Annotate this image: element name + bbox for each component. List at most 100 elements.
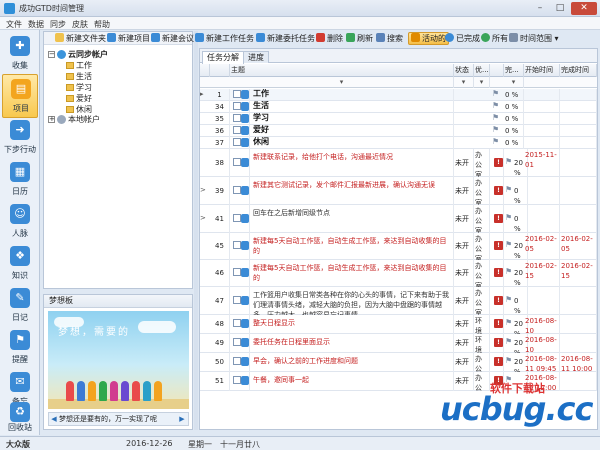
task-title[interactable]: 整天日程显示 (252, 315, 454, 334)
row-checkbox[interactable] (233, 158, 241, 166)
task-title[interactable]: 回车在之后新增同级节点 (252, 205, 454, 233)
column-header[interactable] (490, 64, 504, 77)
table-row[interactable]: 45 新建每5天自动工作篮，自动生成工作篮，来达到自动收集的目的 未开 办公室! ⚑ 20… (200, 233, 597, 260)
table-row[interactable]: 50早会，确认之前的工作进度和问题未开办公室!⚑20 %2016-08-11 0… (200, 353, 597, 372)
flag-icon[interactable]: ⚑ (492, 102, 500, 110)
column-header[interactable]: 完... (504, 64, 524, 77)
flag-icon[interactable]: ⚑ (505, 241, 513, 249)
table-row[interactable]: 34 生活 0 % ⚑ (200, 101, 597, 113)
table-row[interactable]: 38 新建联系记录，给他打个电话，沟通最近情况 未开 办公室! ⚑ 20 % 2015-11… (200, 149, 597, 177)
column-header[interactable] (200, 64, 210, 77)
menu-skin[interactable]: 皮肤 (72, 19, 88, 30)
task-title[interactable]: 早会，确认之前的工作进度和问题 (252, 353, 454, 372)
menu-data[interactable]: 数据 (28, 19, 44, 30)
task-title[interactable]: 工作篮用户收集日常类各种在你的心头的事情，记下来有助于我们理清事情头绪，减轻大脑… (252, 287, 454, 315)
task-title[interactable]: 学习 (252, 113, 454, 125)
task-title[interactable]: 新建联系记录，给他打个电话，沟通最近情况 (252, 149, 454, 177)
expand-row-icon[interactable]: > (200, 186, 206, 194)
row-checkbox[interactable] (233, 357, 241, 365)
column-header[interactable]: 完成时间 (560, 64, 597, 77)
row-checkbox[interactable] (233, 268, 241, 276)
flag-icon[interactable]: ⚑ (505, 296, 513, 304)
tab-task-breakdown[interactable]: 任务分解 (202, 51, 244, 64)
flag-icon[interactable]: ⚑ (492, 90, 500, 98)
row-checkbox[interactable] (233, 241, 241, 249)
task-title[interactable]: 休闲 (252, 137, 454, 149)
maximize-button[interactable]: □ (551, 2, 569, 15)
column-header[interactable]: 优... (474, 64, 490, 77)
pane-splitter[interactable] (194, 31, 198, 430)
task-title[interactable]: 午餐，邀同事一起 (252, 372, 454, 391)
row-checkbox[interactable] (233, 126, 241, 134)
priority-icon[interactable]: ! (494, 357, 503, 366)
tree-node-local-account[interactable]: + 本地帐户 (48, 114, 100, 125)
nav-item-2[interactable]: ➜ 下步行动 (2, 116, 38, 160)
row-checkbox[interactable] (233, 138, 241, 146)
table-row[interactable]: ▸ 1 工作 0 % ⚑ (200, 89, 597, 101)
tree-node-category[interactable]: 爱好 (66, 93, 92, 104)
flag-icon[interactable]: ⚑ (505, 268, 513, 276)
column-header[interactable] (210, 64, 230, 77)
tree-node-category[interactable]: 工作 (66, 60, 92, 71)
row-checkbox[interactable] (233, 214, 241, 222)
menu-file[interactable]: 文件 (6, 19, 22, 30)
nav-item-7[interactable]: ⚑ 提醒 (2, 326, 38, 370)
table-row[interactable]: 48 整天日程显示 未开 环境! ⚑ 20 % 2016-08-10 (200, 315, 597, 334)
filter-active-button[interactable]: 活动的 (408, 32, 449, 45)
nav-item-1[interactable]: ▤ 项目 (2, 74, 38, 118)
priority-icon[interactable]: ! (494, 268, 503, 277)
table-row[interactable]: 47 工作篮用户收集日常类各种在你的心头的事情，记下来有助于我们理清事情头绪，减轻… (200, 287, 597, 315)
prev-arrow-icon[interactable]: ◀ (49, 413, 59, 425)
nav-item-0[interactable]: ✚ 收集 (2, 32, 38, 76)
column-header[interactable]: 状态 (454, 64, 474, 77)
task-title[interactable]: 新建其它测试记录，发个邮件汇报最新进展，确认沟通无误 (252, 177, 454, 205)
tree-node-cloud-account[interactable]: − 云同步帐户 (48, 49, 108, 60)
flag-icon[interactable]: ⚑ (505, 186, 513, 194)
collapse-icon[interactable]: − (48, 51, 55, 58)
table-row[interactable]: 36 爱好 0 % ⚑ (200, 125, 597, 137)
column-header[interactable]: 开始时间 (524, 64, 560, 77)
flag-icon[interactable]: ⚑ (492, 126, 500, 134)
new-delegate-task-button[interactable]: 新建委托任务 (256, 32, 315, 45)
filter-completed-button[interactable]: 已完成 (445, 32, 480, 45)
flag-icon[interactable]: ⚑ (505, 158, 513, 166)
flag-icon[interactable]: ⚑ (505, 319, 513, 327)
nav-item-3[interactable]: ▦ 日历 (2, 158, 38, 202)
task-title[interactable]: 爱好 (252, 125, 454, 137)
table-row[interactable]: 37 休闲 0 % ⚑ (200, 137, 597, 149)
priority-icon[interactable]: ! (494, 241, 503, 250)
priority-icon[interactable]: ! (494, 296, 503, 305)
new-meeting-button[interactable]: 新建会议 (151, 32, 194, 45)
filter-all-button[interactable]: 所有 (481, 32, 508, 45)
filter-dropdown[interactable]: ▾ (230, 77, 454, 88)
tree-node-category[interactable]: 学习 (66, 82, 92, 93)
table-row[interactable]: >41 回车在之后新增同级节点 未开 办公室! ⚑ 0 % (200, 205, 597, 233)
search-button[interactable]: 搜索 (376, 32, 403, 45)
tab-progress[interactable]: 进度 (243, 51, 269, 63)
delete-button[interactable]: 删除 (316, 32, 343, 45)
task-title[interactable]: 新建每5天自动工作篮，自动生成工作篮，来达到自动收集的目的 (252, 233, 454, 260)
row-checkbox[interactable] (233, 186, 241, 194)
flag-icon[interactable]: ⚑ (492, 138, 500, 146)
new-project-button[interactable]: 新建项目 (107, 32, 150, 45)
expand-row-icon[interactable]: ▸ (200, 90, 204, 98)
flag-icon[interactable]: ⚑ (505, 214, 513, 222)
filter-dropdown[interactable]: ▾ (474, 77, 490, 88)
row-checkbox[interactable] (233, 338, 241, 346)
nav-item-4[interactable]: ☺ 人脉 (2, 200, 38, 244)
task-title[interactable]: 生活 (252, 101, 454, 113)
filter-dropdown[interactable]: ▾ (454, 77, 474, 88)
flag-icon[interactable]: ⚑ (505, 357, 513, 365)
row-checkbox[interactable] (233, 90, 241, 98)
row-checkbox[interactable] (233, 102, 241, 110)
task-title[interactable]: 工作 (252, 89, 454, 101)
close-button[interactable]: ✕ (571, 2, 597, 15)
flag-icon[interactable]: ⚑ (505, 338, 513, 346)
table-row[interactable]: 46 新建每5天自动工作篮，自动生成工作篮，来达到自动收集的目的 未开 办公室! ⚑ 20… (200, 260, 597, 287)
flag-icon[interactable]: ⚑ (492, 114, 500, 122)
nav-item-5[interactable]: ❖ 知识 (2, 242, 38, 286)
menu-help[interactable]: 帮助 (94, 19, 110, 30)
nav-item-9[interactable]: ♻ 回收站 (2, 398, 38, 432)
priority-icon[interactable]: ! (494, 158, 503, 167)
nav-item-6[interactable]: ✎ 日记 (2, 284, 38, 328)
